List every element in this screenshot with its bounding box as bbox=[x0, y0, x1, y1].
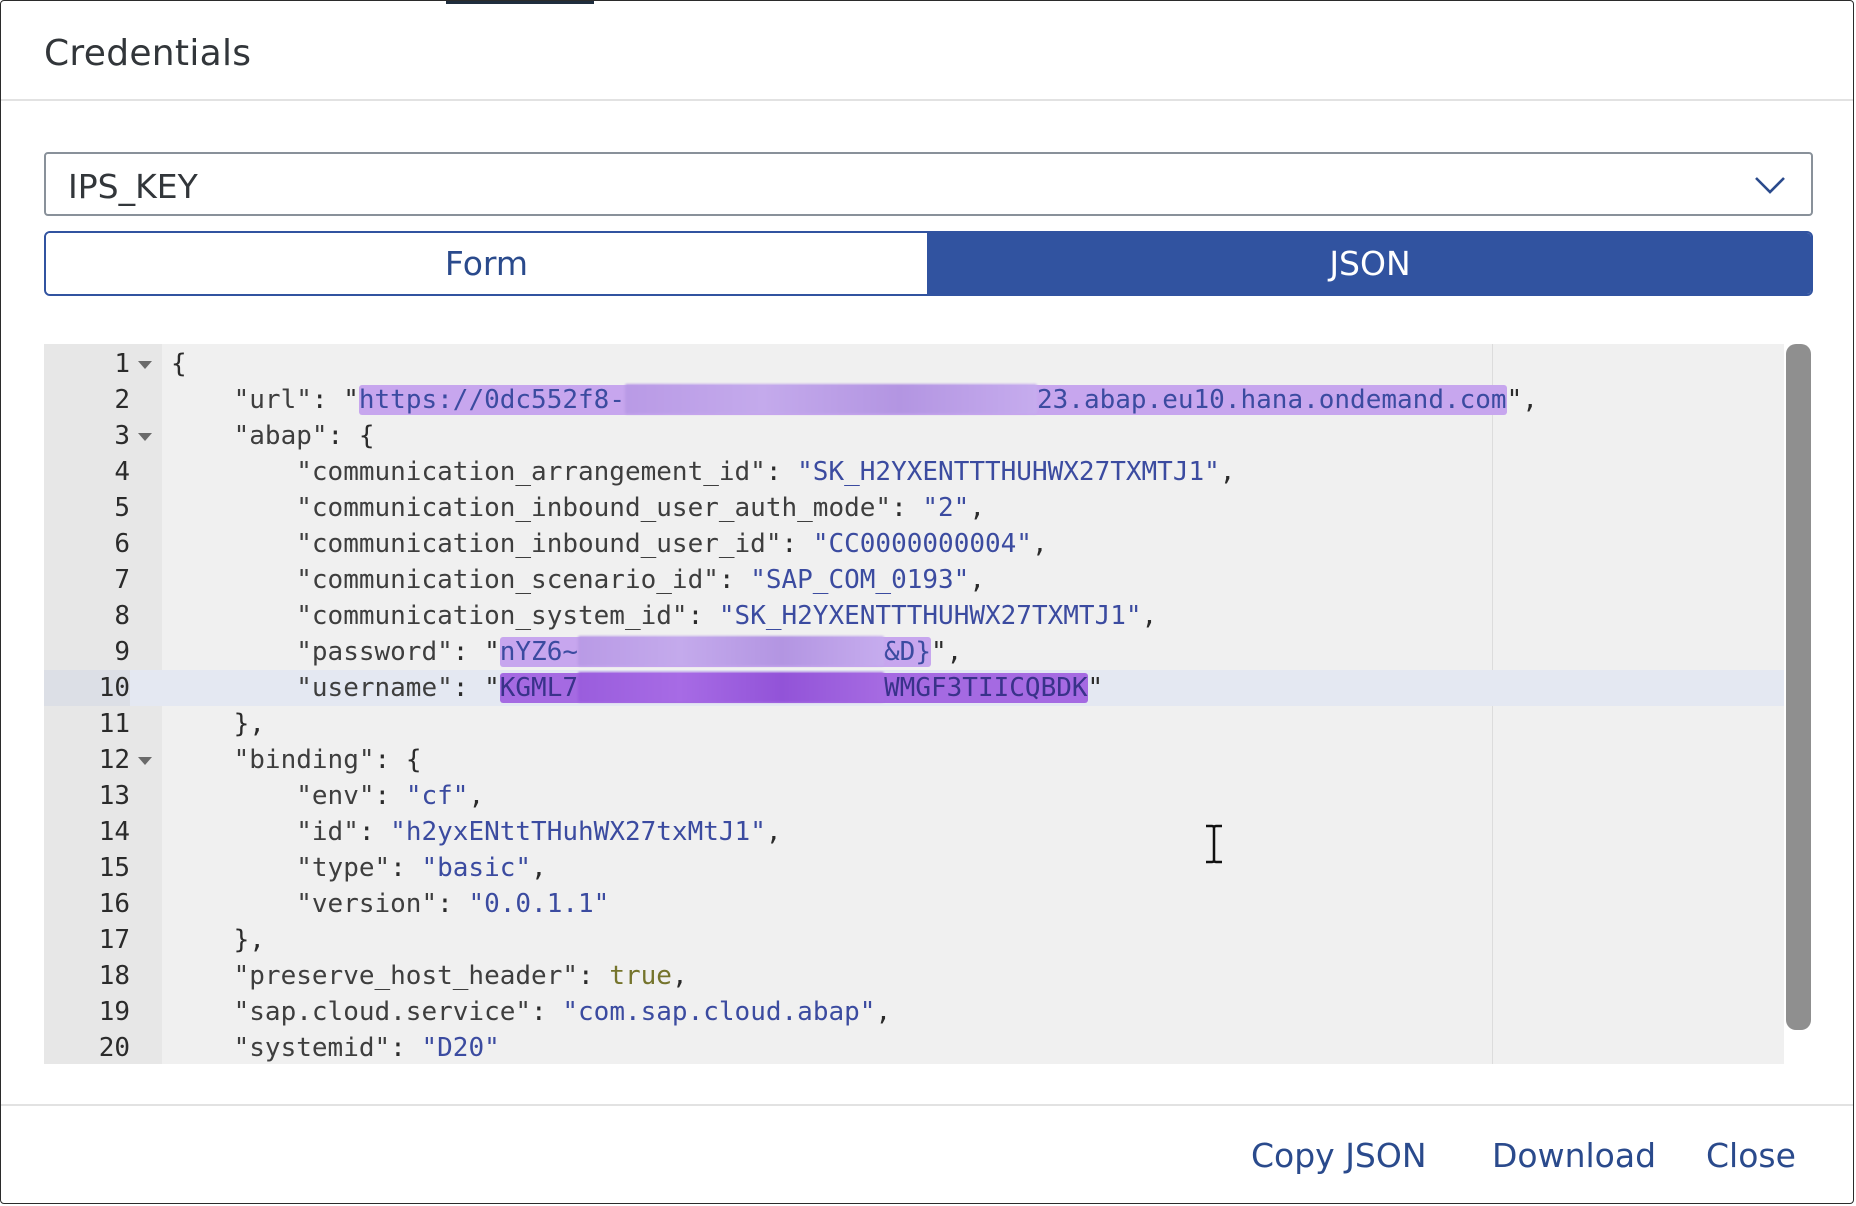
json-editor[interactable]: 1 { 2 "url": "https://0dc552f8- 23.abap.e… bbox=[44, 344, 1813, 1064]
line-number: 15 bbox=[98, 853, 130, 883]
username-value-prefix: KGML7 bbox=[499, 673, 579, 703]
redacted-block bbox=[624, 383, 1037, 414]
json-key: "communication_scenario_id" bbox=[296, 565, 719, 595]
download-button[interactable]: Download bbox=[1492, 1136, 1656, 1175]
json-key: "sap.cloud.service" bbox=[233, 997, 532, 1027]
copy-json-button[interactable]: Copy JSON bbox=[1251, 1136, 1427, 1175]
scrollbar-thumb[interactable] bbox=[1786, 344, 1811, 1030]
redacted-block bbox=[578, 671, 885, 702]
line-number: 3 bbox=[114, 421, 130, 451]
json-boolean: true bbox=[609, 961, 672, 991]
view-toggle: Form JSON bbox=[44, 231, 1813, 296]
fold-toggle-icon[interactable] bbox=[138, 433, 152, 441]
service-key-select[interactable]: IPS_KEY bbox=[44, 152, 1813, 216]
json-key: "communication_inbound_user_auth_mode" bbox=[296, 493, 892, 523]
tab-form[interactable]: Form bbox=[46, 233, 929, 294]
fold-toggle-icon[interactable] bbox=[138, 757, 152, 765]
json-value: "SK_H2YXENTTTHUHWX27TXMTJ1" bbox=[718, 601, 1142, 631]
close-button[interactable]: Close bbox=[1706, 1136, 1796, 1175]
json-value: "h2yxENttTHuhWX27txMtJ1" bbox=[390, 817, 766, 847]
dialog-title: Credentials bbox=[44, 33, 252, 74]
code-line: 9 "password": "nYZ6~ &D}", bbox=[44, 634, 1813, 670]
line-number: 13 bbox=[98, 781, 130, 811]
code-line: 7 "communication_scenario_id": "SAP_COM_… bbox=[44, 562, 1813, 598]
line-number: 1 bbox=[114, 349, 130, 379]
editor-lines: 1 { 2 "url": "https://0dc552f8- 23.abap.e… bbox=[44, 346, 1813, 1064]
username-value-suffix: WMGF3TIICQBDK bbox=[884, 673, 1088, 703]
json-value: "D20" bbox=[421, 1033, 500, 1063]
code-line: 14 "id": "h2yxENttTHuhWX27txMtJ1", bbox=[44, 814, 1813, 850]
code-line: 13 "env": "cf", bbox=[44, 778, 1813, 814]
json-key: "communication_system_id" bbox=[296, 601, 688, 631]
editor-scrollbar[interactable] bbox=[1784, 344, 1813, 1064]
redacted-block bbox=[578, 635, 885, 666]
line-number: 12 bbox=[98, 745, 130, 775]
json-key: "username" bbox=[296, 673, 453, 703]
dialog-header: Credentials bbox=[1, 1, 1853, 101]
json-value: "basic" bbox=[421, 853, 532, 883]
line-number: 7 bbox=[114, 565, 130, 595]
line-number: 18 bbox=[98, 961, 130, 991]
code-line: 1 { bbox=[44, 346, 1813, 382]
line-number: 14 bbox=[98, 817, 130, 847]
json-value: "CC0000000004" bbox=[812, 529, 1032, 559]
code-line: 19 "sap.cloud.service": "com.sap.cloud.a… bbox=[44, 994, 1813, 1030]
line-number: 6 bbox=[114, 529, 130, 559]
json-value: "SAP_COM_0193" bbox=[750, 565, 970, 595]
json-key: "abap" bbox=[233, 421, 328, 451]
json-value: "2" bbox=[922, 493, 970, 523]
fold-toggle-icon[interactable] bbox=[138, 361, 152, 369]
text-cursor-icon bbox=[1206, 824, 1222, 864]
code-line: 4 "communication_arrangement_id": "SK_H2… bbox=[44, 454, 1813, 490]
json-key: "url" bbox=[233, 385, 312, 415]
code-line: 8 "communication_system_id": "SK_H2YXENT… bbox=[44, 598, 1813, 634]
json-key: "type" bbox=[296, 853, 391, 883]
line-number: 8 bbox=[114, 601, 130, 631]
json-key: "id" bbox=[296, 817, 359, 847]
json-value: "SK_H2YXENTTTHUHWX27TXMTJ1" bbox=[797, 457, 1220, 487]
line-number: 10 bbox=[44, 670, 130, 706]
json-key: "communication_inbound_user_id" bbox=[296, 529, 782, 559]
code-line: 12 "binding": { bbox=[44, 742, 1813, 778]
json-key: "systemid" bbox=[233, 1033, 391, 1063]
code-line: 18 "preserve_host_header": true, bbox=[44, 958, 1813, 994]
line-number: 11 bbox=[98, 709, 130, 739]
json-key: "communication_arrangement_id" bbox=[296, 457, 766, 487]
json-key: "password" bbox=[296, 637, 453, 667]
json-key: "version" bbox=[296, 889, 438, 919]
json-key: "preserve_host_header" bbox=[233, 961, 578, 991]
code-line: 20 "systemid": "D20" bbox=[44, 1030, 1813, 1064]
url-value-prefix: https://0dc552f8- bbox=[358, 385, 625, 415]
json-key: "binding" bbox=[233, 745, 375, 775]
line-number: 4 bbox=[114, 457, 130, 487]
line-number: 17 bbox=[98, 925, 130, 955]
password-value-prefix: nYZ6~ bbox=[499, 637, 579, 667]
code-line: 17 }, bbox=[44, 922, 1813, 958]
credentials-dialog: Credentials IPS_KEY Form JSON 1 { 2 "url… bbox=[0, 0, 1854, 1204]
code-line: 6 "communication_inbound_user_id": "CC00… bbox=[44, 526, 1813, 562]
line-number: 2 bbox=[114, 385, 130, 415]
code-line-active: 10 "username": "KGML7 WMGF3TIICQBDK" bbox=[44, 670, 1813, 706]
code-line: 2 "url": "https://0dc552f8- 23.abap.eu10.… bbox=[44, 382, 1813, 418]
json-value: "com.sap.cloud.abap" bbox=[562, 997, 876, 1027]
line-number: 5 bbox=[114, 493, 130, 523]
code-line: 3 "abap": { bbox=[44, 418, 1813, 454]
line-number: 9 bbox=[114, 637, 130, 667]
url-value-suffix: 23.abap.eu10.hana.ondemand.com bbox=[1036, 385, 1507, 415]
password-value-suffix: &D} bbox=[884, 637, 931, 667]
json-key: "env" bbox=[296, 781, 375, 811]
json-value: "cf" bbox=[405, 781, 469, 811]
line-number: 19 bbox=[98, 997, 130, 1027]
code-line: 16 "version": "0.0.1.1" bbox=[44, 886, 1813, 922]
code-line: 5 "communication_inbound_user_auth_mode"… bbox=[44, 490, 1813, 526]
chevron-down-icon[interactable] bbox=[1753, 168, 1787, 202]
line-number: 20 bbox=[98, 1033, 130, 1063]
code-line: 15 "type": "basic", bbox=[44, 850, 1813, 886]
service-key-select-value: IPS_KEY bbox=[68, 167, 198, 206]
dialog-footer: Copy JSON Download Close bbox=[1, 1104, 1853, 1203]
tab-json[interactable]: JSON bbox=[929, 233, 1811, 294]
code-line: 11 }, bbox=[44, 706, 1813, 742]
line-number: 16 bbox=[98, 889, 130, 919]
json-value: "0.0.1.1" bbox=[468, 889, 610, 919]
